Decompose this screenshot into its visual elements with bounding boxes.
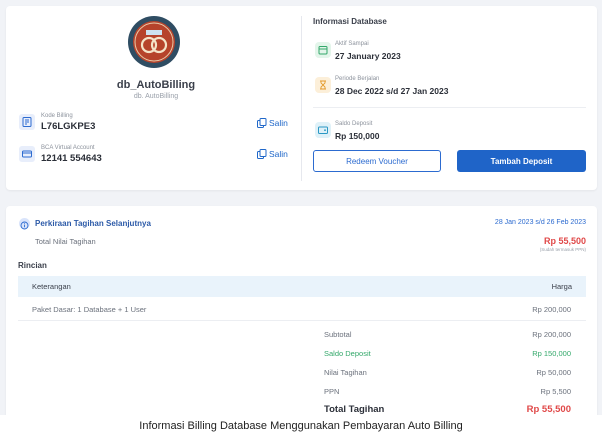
database-card: db_AutoBilling db. AutoBilling Kode Bill… bbox=[6, 6, 597, 190]
vertical-divider bbox=[301, 16, 302, 181]
separator bbox=[313, 107, 586, 108]
period-label: Periode Berjalan bbox=[335, 76, 380, 82]
subtotal-label: Subtotal bbox=[324, 330, 352, 339]
deposit-value: Rp 150,000 bbox=[335, 131, 380, 141]
billing-screenshot: db_AutoBilling db. AutoBilling Kode Bill… bbox=[0, 0, 602, 415]
estimate-period: 28 Jan 2023 s/d 26 Feb 2023 bbox=[494, 219, 586, 226]
copy-label: Salin bbox=[269, 149, 288, 159]
row-description: Paket Dasar: 1 Database + 1 User bbox=[32, 305, 147, 314]
header-description: Keterangan bbox=[32, 282, 71, 291]
tax-label: PPN bbox=[324, 387, 340, 396]
total-bill-label: Total Nilai Tagihan bbox=[35, 237, 96, 246]
grand-total-value: Rp 55,500 bbox=[526, 404, 571, 415]
calendar-icon bbox=[315, 42, 331, 58]
grand-total-label: Total Tagihan bbox=[324, 404, 385, 415]
copy-icon bbox=[257, 118, 267, 128]
copy-icon bbox=[257, 149, 267, 159]
redeem-voucher-button[interactable]: Redeem Voucher bbox=[313, 150, 441, 172]
copy-label: Salin bbox=[269, 118, 288, 128]
details-table-header: Keterangan Harga bbox=[18, 276, 586, 297]
copy-billing-code-button[interactable]: Salin bbox=[257, 118, 288, 128]
deposit-label: Saldo Deposit bbox=[335, 121, 373, 127]
virtual-account-label: BCA Virtual Account bbox=[41, 145, 95, 151]
invoice-value-label: Nilai Tagihan bbox=[324, 368, 367, 377]
subtotal-value: Rp 200,000 bbox=[532, 330, 571, 339]
billing-code-value: L76LGKPE3 bbox=[41, 121, 96, 132]
hourglass-icon bbox=[315, 77, 331, 93]
invoice-value: Rp 50,000 bbox=[536, 368, 571, 377]
period-value: 28 Dec 2022 s/d 27 Jan 2023 bbox=[335, 86, 449, 96]
info-circle-icon bbox=[19, 218, 30, 230]
row-divider bbox=[18, 320, 586, 321]
summary-deposit-label: Saldo Deposit bbox=[324, 349, 371, 358]
tax-value: Rp 5,500 bbox=[540, 387, 571, 396]
billing-code-label: Kode Billing bbox=[41, 113, 73, 119]
active-until-value: 27 January 2023 bbox=[335, 51, 401, 61]
database-subtitle: db. AutoBilling bbox=[133, 93, 179, 100]
virtual-account-value: 12141 554643 bbox=[41, 153, 102, 164]
database-avatar bbox=[128, 16, 180, 68]
estimate-card: Perkiraan Tagihan Selanjutnya 28 Jan 202… bbox=[6, 206, 597, 415]
summary-deposit-value: Rp 150,000 bbox=[532, 349, 571, 358]
virtual-account-icon bbox=[19, 146, 35, 162]
header-price: Harga bbox=[551, 282, 572, 291]
rings-icon bbox=[133, 21, 175, 63]
database-name: db_AutoBilling bbox=[116, 79, 196, 91]
total-bill-value: Rp 55,500 bbox=[543, 236, 586, 246]
figure-caption: Informasi Billing Database Menggunakan P… bbox=[139, 420, 463, 432]
billing-code-icon bbox=[19, 114, 35, 130]
wallet-icon bbox=[315, 122, 331, 138]
row-price: Rp 200,000 bbox=[532, 305, 571, 314]
total-bill-note: (Sudah termasuk PPN) bbox=[539, 247, 586, 252]
details-heading: Rincian bbox=[18, 261, 47, 270]
info-section-title: Informasi Database bbox=[313, 17, 387, 26]
copy-virtual-account-button[interactable]: Salin bbox=[257, 149, 288, 159]
estimate-title: Perkiraan Tagihan Selanjutnya bbox=[35, 219, 151, 228]
add-deposit-button[interactable]: Tambah Deposit bbox=[457, 150, 586, 172]
active-until-label: Aktif Sampai bbox=[335, 41, 369, 47]
